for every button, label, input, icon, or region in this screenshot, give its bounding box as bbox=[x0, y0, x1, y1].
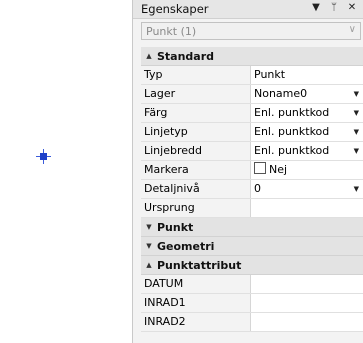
property-row-farg: Färg Enl. punktkod ▼ bbox=[141, 104, 363, 123]
property-value-text: Enl. punktkod bbox=[254, 106, 330, 119]
category-punkt[interactable]: ▼ Punkt bbox=[141, 218, 363, 237]
property-value[interactable] bbox=[251, 275, 363, 293]
panel-titlebar: Egenskaper ▼ ᛘ ✕ bbox=[133, 0, 363, 19]
property-row-linjebredd: Linjebredd Enl. punktkod ▼ bbox=[141, 142, 363, 161]
property-name: Markera bbox=[141, 161, 251, 179]
property-row-inrad1: INRAD1 bbox=[141, 294, 363, 313]
property-row-markera: Markera Nej bbox=[141, 161, 363, 180]
property-value[interactable] bbox=[251, 294, 363, 312]
category-label: Geometri bbox=[157, 239, 215, 253]
property-name: Linjetyp bbox=[141, 123, 251, 141]
dropdown-arrow-icon[interactable]: ▼ bbox=[354, 123, 359, 141]
pin-icon[interactable]: ᛘ bbox=[329, 2, 339, 14]
property-value-text: 0 bbox=[254, 182, 261, 195]
property-dropdown[interactable]: 0 ▼ bbox=[251, 180, 363, 198]
property-value-text: Punkt bbox=[254, 68, 286, 81]
selected-point-marker[interactable] bbox=[36, 149, 51, 164]
property-row-datum: DATUM bbox=[141, 275, 363, 294]
drawing-canvas[interactable] bbox=[0, 0, 132, 343]
property-value-text: Enl. punktkod bbox=[254, 125, 330, 138]
property-name: Ursprung bbox=[141, 199, 251, 217]
close-icon[interactable]: ✕ bbox=[347, 2, 357, 14]
object-selector-value: Punkt (1) bbox=[146, 25, 197, 38]
dropdown-arrow-icon[interactable]: ▼ bbox=[354, 85, 359, 103]
category-label: Punktattribut bbox=[157, 258, 242, 272]
collapse-icon[interactable]: ▲ bbox=[141, 52, 157, 60]
category-punktattribut[interactable]: ▲ Punktattribut bbox=[141, 256, 363, 275]
property-dropdown[interactable]: Noname0 ▼ bbox=[251, 85, 363, 103]
property-name: Linjebredd bbox=[141, 142, 251, 160]
property-dropdown[interactable]: Enl. punktkod ▼ bbox=[251, 142, 363, 160]
category-standard[interactable]: ▲ Standard bbox=[141, 47, 363, 66]
property-dropdown[interactable]: Enl. punktkod ▼ bbox=[251, 104, 363, 122]
property-dropdown[interactable]: Enl. punktkod ▼ bbox=[251, 123, 363, 141]
dropdown-arrow-icon[interactable]: ▼ bbox=[354, 104, 359, 122]
markera-checkbox[interactable] bbox=[254, 162, 266, 174]
category-geometri[interactable]: ▼ Geometri bbox=[141, 237, 363, 256]
chevron-down-icon: ∨ bbox=[348, 24, 356, 35]
dropdown-arrow-icon[interactable]: ▼ bbox=[354, 142, 359, 160]
panel-menu-icon[interactable]: ▼ bbox=[311, 2, 321, 14]
property-row-typ: Typ Punkt bbox=[141, 66, 363, 85]
property-row-detaljniva: Detaljnivå 0 ▼ bbox=[141, 180, 363, 199]
property-name: INRAD2 bbox=[141, 313, 251, 331]
property-name: INRAD1 bbox=[141, 294, 251, 312]
property-name: Detaljnivå bbox=[141, 180, 251, 198]
property-value-text: Enl. punktkod bbox=[254, 144, 330, 157]
property-row-linjetyp: Linjetyp Enl. punktkod ▼ bbox=[141, 123, 363, 142]
property-name: DATUM bbox=[141, 275, 251, 293]
collapse-icon[interactable]: ▲ bbox=[141, 261, 157, 269]
panel-title: Egenskaper bbox=[141, 2, 209, 16]
dropdown-arrow-icon[interactable]: ▼ bbox=[354, 180, 359, 198]
property-name: Färg bbox=[141, 104, 251, 122]
properties-panel: Egenskaper ▼ ᛘ ✕ Punkt (1) ∨ ▲ Standard … bbox=[132, 0, 363, 343]
category-label: Punkt bbox=[157, 220, 194, 234]
marker-grip[interactable] bbox=[40, 153, 47, 160]
property-row-ursprung: Ursprung bbox=[141, 199, 363, 218]
object-selector[interactable]: Punkt (1) ∨ bbox=[141, 22, 361, 40]
category-label: Standard bbox=[157, 49, 215, 63]
property-row-inrad2: INRAD2 bbox=[141, 313, 363, 332]
property-value-text: Noname0 bbox=[254, 87, 308, 100]
expand-icon[interactable]: ▼ bbox=[141, 223, 157, 231]
checkbox-label: Nej bbox=[269, 163, 288, 176]
property-value[interactable] bbox=[251, 313, 363, 331]
property-checkbox-cell: Nej bbox=[251, 161, 363, 179]
property-name: Lager bbox=[141, 85, 251, 103]
property-value[interactable] bbox=[251, 199, 363, 217]
property-row-lager: Lager Noname0 ▼ bbox=[141, 85, 363, 104]
expand-icon[interactable]: ▼ bbox=[141, 242, 157, 250]
property-value[interactable]: Punkt bbox=[251, 66, 363, 84]
property-name: Typ bbox=[141, 66, 251, 84]
property-grid: ▲ Standard Typ Punkt Lager Noname0 ▼ Färg… bbox=[141, 47, 363, 332]
